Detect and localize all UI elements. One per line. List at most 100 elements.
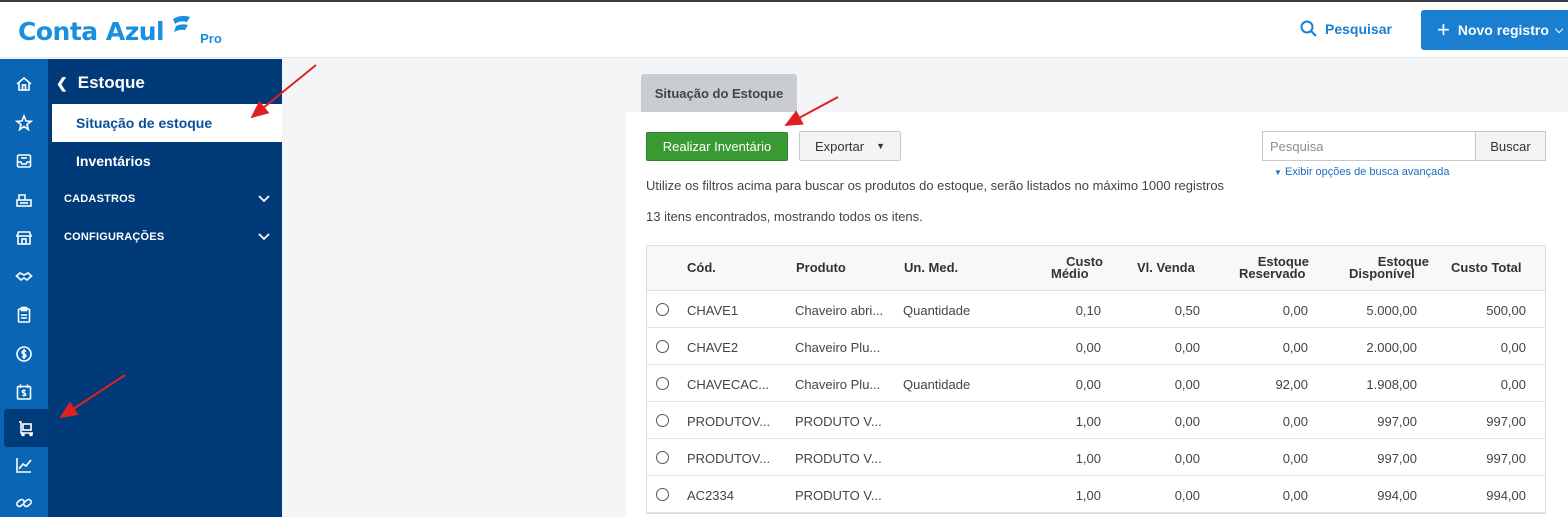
cell-vl-venda: 0,00 [1174,377,1200,392]
sidebar-group-cadastros[interactable]: CADASTROS [64,193,270,205]
cell-estoque-disponivel: 2.000,00 [1366,340,1417,355]
cell-cod: PRODUTOV... [687,414,771,429]
cell-custo-medio: 0,10 [1075,303,1101,318]
cell-estoque-disponivel: 997,00 [1377,451,1417,466]
cell-estoque-reservado: 0,00 [1282,451,1308,466]
table-row[interactable]: AC2334 PRODUTO V... 1,00 0,00 0,00 994,00 994,… [647,476,1545,513]
cell-produto: Chaveiro Plu... [795,377,881,392]
new-record-button[interactable]: + Novo registro ⌵ [1421,10,1568,50]
table-row[interactable]: CHAVE2 Chaveiro Plu... 0,00 0,00 0,00 2.000,0… [647,328,1545,365]
search-button[interactable]: Buscar [1475,131,1546,161]
handshake-icon[interactable] [0,258,48,296]
cell-custo-total: 997,00 [1486,451,1526,466]
chevron-down-icon [258,233,270,241]
row-select-radio[interactable] [656,377,669,390]
col-reservado-line2: Reservado [1239,266,1306,281]
sidebar-item-inventarios[interactable]: Inventários [76,153,151,169]
sidebar-back-header[interactable]: ❮ Estoque [56,73,145,93]
cash-register-icon[interactable] [0,181,48,219]
row-select-radio[interactable] [656,303,669,316]
inventory-icon[interactable] [4,409,48,447]
group-label: CADASTROS [64,193,136,205]
cell-produto: PRODUTO V... [795,488,882,503]
cell-custo-medio: 0,00 [1075,377,1101,392]
row-select-radio[interactable] [656,414,669,427]
tab-situacao-estoque[interactable]: Situação do Estoque [641,74,797,112]
app-window: Conta Azul Pro Pesquisar + Novo registro… [0,0,1568,517]
cell-cod: CHAVECAC... [687,377,770,392]
sidebar: ❮ Estoque Situação de estoque Inventário… [48,59,282,517]
search-icon [1300,20,1317,37]
cell-custo-medio: 0,00 [1075,340,1101,355]
store-icon[interactable] [0,219,48,257]
table-row[interactable]: PRODUTOV... PRODUTO V... 1,00 0,00 0,00 997,0… [647,439,1545,476]
advanced-search-label: Exibir opções de busca avançada [1284,166,1450,178]
row-select-radio[interactable] [656,488,669,501]
cell-estoque-reservado: 92,00 [1275,377,1308,392]
header-search-link[interactable]: Pesquisar [1300,20,1392,37]
inbox-icon[interactable] [0,142,48,180]
cell-un-med: Quantidade [903,377,971,392]
cell-estoque-disponivel: 994,00 [1377,488,1417,503]
cell-vl-venda: 0,50 [1174,303,1200,318]
row-select-radio[interactable] [656,451,669,464]
col-cod[interactable]: Cód. [687,261,716,274]
col-custo-medio[interactable]: Custo Médio [1051,255,1103,281]
search-input[interactable] [1262,131,1476,161]
logo-mark-icon [170,14,192,43]
table-header: Cód. Produto Un. Med. Custo Médio Vl. Ve… [647,246,1545,291]
row-select-radio[interactable] [656,340,669,353]
col-estoque-reservado[interactable]: Estoque Reservado [1239,255,1309,281]
result-count: 13 itens encontrados, mostrando todos os… [646,209,923,224]
cell-produto: PRODUTO V... [795,451,882,466]
cell-cod: CHAVE2 [687,340,739,355]
dollar-icon[interactable] [0,335,48,373]
sidebar-title: Estoque [77,73,145,92]
col-estoque-disponivel[interactable]: Estoque Disponível [1349,255,1429,281]
sidebar-item-situacao-estoque[interactable]: Situação de estoque [52,104,282,142]
col-un-med[interactable]: Un. Med. [904,261,958,274]
clipboard-icon[interactable] [0,296,48,334]
top-header: Conta Azul Pro Pesquisar + Novo registro… [0,0,1568,58]
table-body: CHAVE1 Chaveiro abri... Quantidade 0,10 0,50… [647,291,1545,513]
link-icon[interactable] [0,484,48,517]
cell-estoque-disponivel: 997,00 [1377,414,1417,429]
table-row[interactable]: CHAVECAC... Chaveiro Plu... Quantidade 0,00… [647,365,1545,402]
cell-estoque-disponivel: 5.000,00 [1366,303,1417,318]
cell-estoque-disponivel: 1.908,00 [1366,377,1417,392]
icon-rail [0,59,48,517]
cell-custo-medio: 1,00 [1075,451,1101,466]
logo[interactable]: Conta Azul Pro [18,14,222,46]
table-row[interactable]: PRODUTOV... PRODUTO V... 1,00 0,00 0,00 997,0… [647,402,1545,439]
cell-cod: AC2334 [687,488,734,503]
export-button[interactable]: Exportar ▼ [799,131,901,161]
realizar-inventario-button[interactable]: Realizar Inventário [646,132,788,161]
cell-estoque-reservado: 0,00 [1282,414,1308,429]
calendar-dollar-icon[interactable] [0,373,48,411]
cell-custo-total: 500,00 [1486,303,1526,318]
cell-produto: Chaveiro abri... [795,303,884,318]
plus-icon: + [1437,17,1450,42]
cell-custo-medio: 1,00 [1075,488,1101,503]
table-row[interactable]: CHAVE1 Chaveiro abri... Quantidade 0,10 0,50… [647,291,1545,328]
col-disponivel-line2: Disponível [1349,266,1415,281]
home-icon[interactable] [0,65,48,103]
cell-custo-total: 994,00 [1486,488,1526,503]
col-custo-total[interactable]: Custo Total [1451,261,1522,274]
sidebar-group-configuracoes[interactable]: CONFIGURAÇÕES [64,231,270,243]
cell-vl-venda: 0,00 [1174,451,1200,466]
cell-custo-total: 0,00 [1500,377,1526,392]
search-link-label: Pesquisar [1325,20,1392,37]
col-custo-medio-line2: Médio [1051,266,1089,281]
cell-custo-total: 0,00 [1500,340,1526,355]
star-icon[interactable] [0,104,48,142]
logo-text: Conta Azul [18,17,165,46]
cell-un-med: Quantidade [903,303,971,318]
advanced-search-link[interactable]: ▼ Exibir opções de busca avançada [1274,166,1449,178]
cell-custo-medio: 1,00 [1075,414,1101,429]
cell-estoque-reservado: 0,00 [1282,303,1308,318]
chart-icon[interactable] [0,446,48,484]
pro-badge: Pro [200,31,222,46]
col-vl-venda[interactable]: Vl. Venda [1137,261,1195,274]
col-produto[interactable]: Produto [796,261,846,274]
